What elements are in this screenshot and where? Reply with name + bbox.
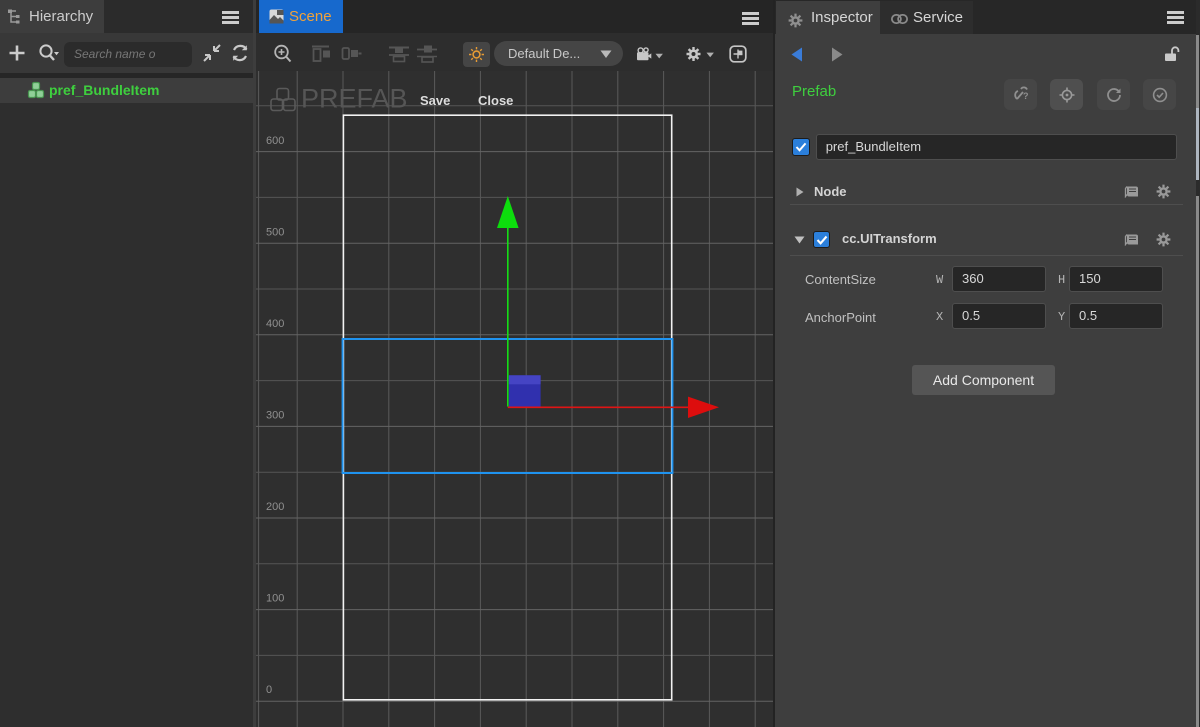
svg-text:100: 100 (266, 593, 284, 605)
svg-text:500: 500 (266, 227, 284, 239)
svg-text:200: 200 (266, 501, 284, 513)
svg-text:600: 600 (266, 135, 284, 147)
svg-text:?: ? (1023, 91, 1029, 101)
svg-text:Save: Save (420, 93, 450, 108)
svg-text:0: 0 (266, 684, 272, 696)
svg-text:300: 300 (266, 410, 284, 422)
svg-text:400: 400 (266, 318, 284, 330)
svg-text:Close: Close (478, 93, 513, 108)
svg-text:PREFAB: PREFAB (301, 84, 408, 114)
